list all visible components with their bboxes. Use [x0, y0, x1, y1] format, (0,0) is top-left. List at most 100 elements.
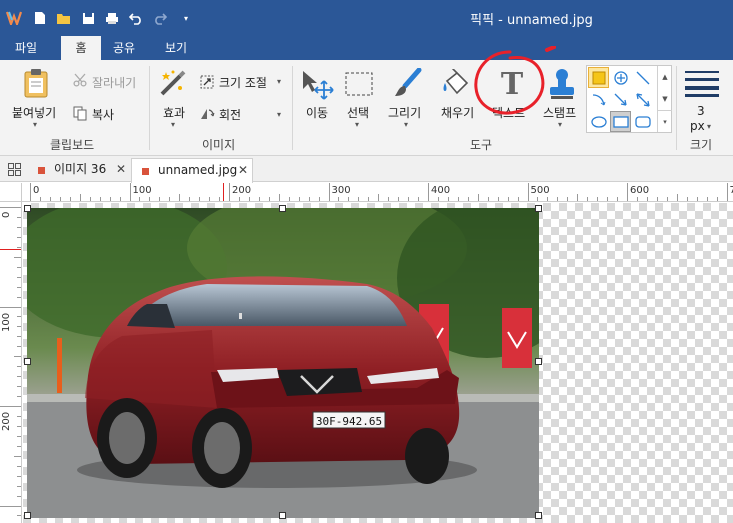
shape-double-arrow[interactable] — [632, 89, 653, 110]
ruler-tick — [318, 197, 320, 201]
tab-share[interactable]: 공유 — [104, 36, 144, 60]
car-photo[interactable]: 30F-942.65 — [27, 208, 539, 518]
resize-handle[interactable] — [24, 512, 31, 519]
clipboard-group-label: 클립보드 — [50, 138, 95, 152]
ruler-tick — [278, 194, 280, 201]
ruler-tick — [0, 505, 21, 507]
draw-button[interactable]: 그리기 — [388, 104, 421, 121]
resize-handle[interactable] — [24, 205, 31, 212]
ruler-tick — [457, 197, 459, 201]
shape-curve-arrow[interactable] — [588, 89, 609, 110]
copy-button[interactable]: 복사 — [92, 106, 114, 123]
ruler-tick — [109, 197, 111, 201]
effects-button[interactable]: 효과 — [163, 104, 185, 121]
draw-icon[interactable] — [393, 67, 423, 103]
tab-color-marker — [38, 167, 45, 174]
ruler-corner — [0, 183, 22, 202]
paste-icon[interactable] — [22, 68, 50, 101]
resize-dropdown-icon[interactable]: ▾ — [277, 77, 281, 86]
gallery-scroll-up-icon[interactable]: ▲ — [657, 66, 672, 88]
window-title: 픽픽 - unnamed.jpg — [470, 13, 593, 28]
ruler-tick — [507, 197, 509, 201]
ruler-tick — [17, 326, 21, 328]
ruler-tick — [17, 216, 21, 218]
ruler-tick — [597, 197, 599, 201]
ruler-tick — [418, 197, 420, 201]
tab-grid-icon[interactable] — [8, 163, 21, 179]
ruler-number: 200 — [1, 411, 12, 431]
ruler-tick — [39, 197, 41, 201]
tab-home[interactable]: 홈 — [61, 36, 101, 60]
shape-circle-plus[interactable] — [610, 67, 631, 88]
doc-tab-image-36[interactable]: 이미지 36 ✕ — [28, 158, 130, 182]
rotate-button[interactable]: 회전 — [219, 106, 241, 123]
select-icon[interactable] — [344, 71, 374, 100]
ruler-tick — [398, 197, 400, 201]
stamp-dropdown-icon[interactable]: ▾ — [558, 120, 562, 129]
ruler-tick — [17, 376, 21, 378]
shape-line[interactable] — [632, 67, 653, 88]
group-divider — [149, 66, 150, 150]
ruler-tick — [17, 515, 21, 517]
ruler-tick — [288, 197, 290, 201]
ruler-tick — [268, 197, 270, 201]
ribbon-tab-bar: 파일 홈 공유 보기 — [0, 36, 733, 60]
ruler-tick — [298, 197, 300, 201]
doc-tab-label: unnamed.jpg — [158, 163, 238, 177]
cursor-position-marker — [223, 183, 225, 201]
ruler-tick — [607, 197, 609, 201]
ruler-tick — [17, 316, 21, 318]
move-button[interactable]: 이동 — [306, 104, 328, 121]
effects-icon[interactable] — [158, 68, 188, 101]
close-tab-icon[interactable]: ✕ — [238, 159, 248, 181]
ruler-tick — [17, 266, 21, 268]
ruler-tick — [179, 194, 181, 201]
ruler-tick — [676, 194, 678, 201]
canvas-area[interactable]: 30F-942.65 — [23, 203, 733, 523]
doc-tab-unnamed[interactable]: unnamed.jpg ✕ — [131, 158, 253, 183]
resize-handle[interactable] — [535, 358, 542, 365]
select-button[interactable]: 선택 — [347, 104, 369, 121]
ruler-tick — [258, 197, 260, 201]
ruler-tick — [79, 194, 81, 201]
gallery-scroll-down-icon[interactable]: ▼ — [657, 88, 672, 110]
resize-handle[interactable] — [535, 205, 542, 212]
ruler-tick — [437, 197, 439, 201]
effects-dropdown-icon[interactable]: ▾ — [171, 120, 175, 129]
move-icon[interactable] — [300, 69, 334, 104]
shapes-gallery: ▲ ▼ ▾ — [586, 65, 672, 133]
shape-arrow[interactable] — [610, 89, 631, 110]
resize-handle[interactable] — [279, 512, 286, 519]
ruler-tick — [666, 197, 668, 201]
ruler-tick — [338, 197, 340, 201]
tab-view[interactable]: 보기 — [156, 36, 196, 60]
close-tab-icon[interactable]: ✕ — [116, 158, 126, 180]
ruler-tick — [169, 197, 171, 201]
ruler-tick — [0, 207, 21, 208]
resize-handle[interactable] — [535, 512, 542, 519]
gallery-more-icon[interactable]: ▾ — [657, 110, 672, 132]
group-divider — [292, 66, 293, 150]
ruler-tick — [69, 197, 71, 201]
paste-button[interactable]: 붙여넣기 — [12, 104, 56, 121]
rotate-dropdown-icon[interactable]: ▾ — [277, 110, 281, 119]
ruler-tick — [368, 197, 370, 201]
draw-dropdown-icon[interactable]: ▾ — [404, 120, 408, 129]
shape-rectangle[interactable] — [610, 111, 631, 132]
cut-button[interactable]: 잘라내기 — [92, 74, 136, 91]
tools-group-label: 도구 — [470, 138, 493, 152]
size-dropdown-icon[interactable]: ▾ — [707, 122, 711, 131]
select-dropdown-icon[interactable]: ▾ — [355, 120, 359, 129]
size-unit[interactable]: px — [690, 119, 705, 133]
paste-dropdown-icon[interactable]: ▾ — [33, 120, 37, 129]
line-width-icon[interactable] — [685, 70, 719, 101]
ruler-tick — [17, 276, 21, 278]
resize-button[interactable]: 크기 조절 — [219, 74, 267, 91]
tab-file[interactable]: 파일 — [6, 36, 46, 60]
shape-filled-square[interactable] — [588, 67, 609, 88]
ruler-tick — [17, 495, 21, 497]
resize-handle[interactable] — [24, 358, 31, 365]
resize-handle[interactable] — [279, 205, 286, 212]
shape-rounded-rectangle[interactable] — [632, 111, 653, 132]
shape-ellipse[interactable] — [588, 111, 609, 132]
